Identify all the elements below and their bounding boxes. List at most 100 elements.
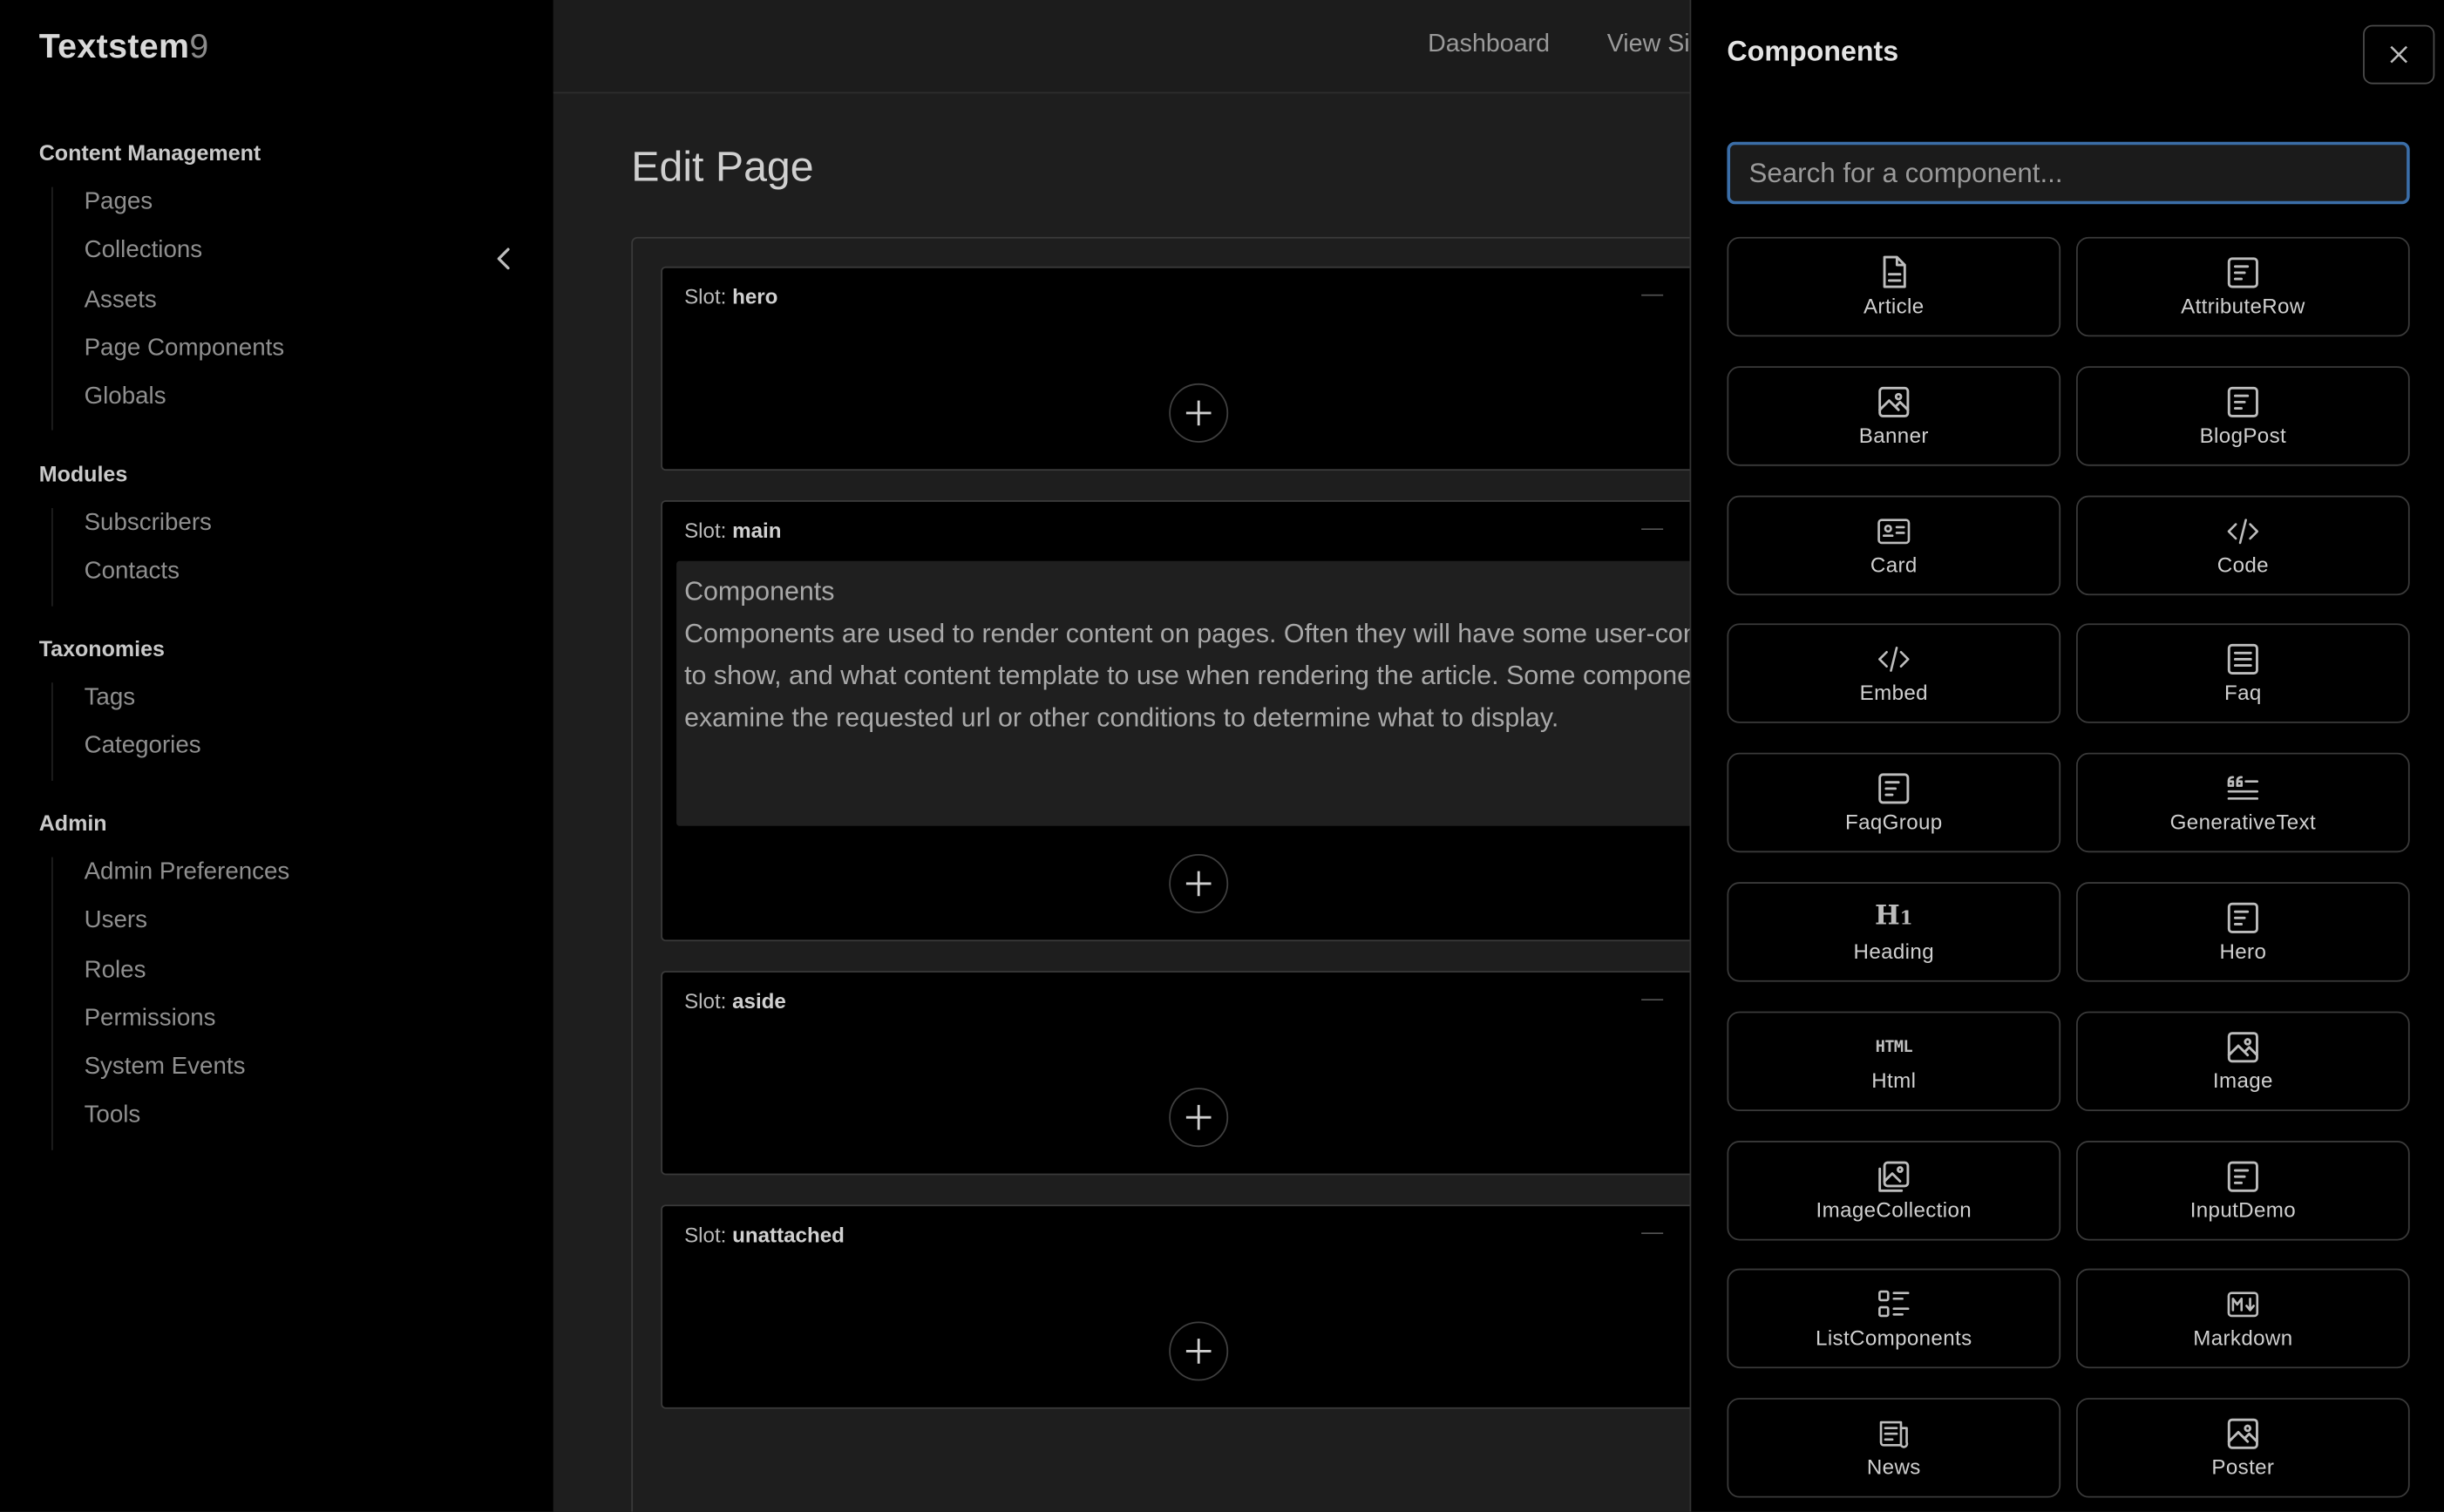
- sidebar-item-categories[interactable]: Categories: [85, 731, 201, 780]
- sidebar-item-globals[interactable]: Globals: [85, 382, 285, 431]
- nav-group-taxonomies: Taxonomies Tags Categories: [39, 636, 201, 781]
- brand-logo[interactable]: Textstem9: [39, 26, 209, 66]
- id-card-icon: [1877, 513, 1911, 547]
- component-tile-label: Markdown: [2193, 1326, 2293, 1351]
- component-tile-generative-text[interactable]: GenerativeText: [2076, 753, 2410, 853]
- component-tile-label: Html: [1871, 1068, 1917, 1093]
- topnav-dashboard-link[interactable]: Dashboard: [1428, 31, 1550, 59]
- sidebar-item-assets[interactable]: Assets: [85, 285, 285, 334]
- component-tile-label: Image: [2212, 1068, 2273, 1093]
- nav-group-title: Taxonomies: [38, 635, 165, 661]
- slot-label: Slot: aside: [684, 990, 786, 1014]
- nav-list: Admin Preferences Users Roles Permission…: [51, 857, 290, 1150]
- slot-prefix: Slot:: [684, 1223, 727, 1247]
- component-tile-attribute-row[interactable]: AttributeRow: [2076, 236, 2410, 337]
- add-component-button[interactable]: [1169, 1321, 1229, 1381]
- component-tile-article[interactable]: Article: [1727, 236, 2061, 337]
- add-component-button[interactable]: [1169, 1088, 1229, 1148]
- slot-prefix: Slot:: [684, 285, 727, 309]
- component-tile-label: Code: [2217, 553, 2269, 576]
- slot-prefix: Slot:: [684, 519, 727, 543]
- sidebar-item-contacts[interactable]: Contacts: [85, 557, 212, 606]
- component-tile-label: GenerativeText: [2169, 810, 2317, 835]
- code-icon: [2226, 513, 2260, 547]
- slot-collapse-icon[interactable]: —: [1641, 514, 1663, 539]
- component-tile-faq-group[interactable]: FaqGroup: [1727, 753, 2061, 853]
- component-tile-label: ImageCollection: [1816, 1197, 1972, 1222]
- markdown-icon: [2226, 1288, 2260, 1322]
- component-tile-label: Heading: [1853, 939, 1935, 964]
- drawer-title: Components: [1727, 36, 1899, 67]
- component-tile-embed[interactable]: Embed: [1727, 624, 2061, 724]
- component-tile-list-components[interactable]: ListComponents: [1727, 1269, 2061, 1369]
- nav-list: Tags Categories: [51, 682, 201, 781]
- component-tile-image-collection[interactable]: ImageCollection: [1727, 1140, 2061, 1240]
- component-grid: Article AttributeRow Banner BlogPost Card Cod…: [1727, 236, 2410, 1498]
- component-tile-news[interactable]: News: [1727, 1398, 2061, 1498]
- component-tile-input-demo[interactable]: InputDemo: [2076, 1140, 2410, 1240]
- quote-icon: [2226, 772, 2260, 806]
- component-tile-poster[interactable]: Poster: [2076, 1398, 2410, 1498]
- component-tile-hero[interactable]: Hero: [2076, 882, 2410, 982]
- slot-label: Slot: unattached: [684, 1224, 845, 1247]
- plus-icon: [1185, 1104, 1212, 1130]
- component-tile-image[interactable]: Image: [2076, 1011, 2410, 1111]
- image-icon: [1877, 384, 1911, 418]
- add-component-button[interactable]: [1169, 853, 1229, 913]
- component-tile-banner[interactable]: Banner: [1727, 365, 2061, 466]
- collapse-sidebar-button[interactable]: [486, 241, 520, 275]
- text-block-icon: [2226, 1159, 2260, 1193]
- component-tile-label: News: [1866, 1455, 1921, 1480]
- slot-collapse-icon[interactable]: —: [1641, 281, 1663, 306]
- component-tile-blog-post[interactable]: BlogPost: [2076, 365, 2410, 466]
- component-tile-faq[interactable]: Faq: [2076, 624, 2410, 724]
- component-search-input[interactable]: [1727, 141, 2410, 205]
- component-tile-heading[interactable]: H1 Heading: [1727, 882, 2061, 982]
- component-tile-label: Banner: [1858, 424, 1929, 447]
- add-component-button[interactable]: [1169, 383, 1229, 443]
- topnav-view-site-link[interactable]: View Si: [1607, 31, 1690, 59]
- close-drawer-button[interactable]: [2363, 24, 2435, 85]
- component-tile-label: Poster: [2211, 1455, 2275, 1480]
- sidebar: Textstem9 Content Management Pages Colle…: [0, 0, 553, 1512]
- nav-group-modules: Modules Subscribers Contacts: [39, 461, 212, 606]
- component-tile-label: FaqGroup: [1844, 810, 1943, 835]
- nav-group-title: Content Management: [38, 139, 261, 166]
- slot-label: Slot: main: [684, 519, 781, 543]
- news-icon: [1877, 1417, 1911, 1451]
- sidebar-item-permissions[interactable]: Permissions: [85, 1003, 290, 1052]
- slot-prefix: Slot:: [684, 989, 727, 1014]
- sidebar-item-roles[interactable]: Roles: [85, 955, 290, 1004]
- components-drawer: Components Article AttributeRow Banner Blog…: [1689, 0, 2444, 1512]
- component-tile-label: Card: [1870, 553, 1918, 576]
- component-tile-code[interactable]: Code: [2076, 494, 2410, 595]
- slot-collapse-icon[interactable]: —: [1641, 985, 1663, 1010]
- sidebar-item-page-components[interactable]: Page Components: [85, 334, 285, 383]
- text-block-icon: [1877, 772, 1911, 806]
- text-block-icon: [2226, 255, 2260, 289]
- component-tile-card[interactable]: Card: [1727, 494, 2061, 595]
- sidebar-item-admin-preferences[interactable]: Admin Preferences: [85, 858, 290, 906]
- code-icon: [1877, 642, 1911, 676]
- sidebar-item-pages[interactable]: Pages: [85, 187, 285, 236]
- slot-name: aside: [732, 989, 786, 1014]
- slot-collapse-icon[interactable]: —: [1641, 1218, 1663, 1244]
- sidebar-item-collections[interactable]: Collections: [85, 236, 285, 285]
- sidebar-item-tools[interactable]: Tools: [85, 1101, 290, 1149]
- sidebar-item-users[interactable]: Users: [85, 906, 290, 955]
- sidebar-item-subscribers[interactable]: Subscribers: [85, 508, 212, 557]
- plus-icon: [1185, 1339, 1212, 1364]
- list-details-icon: [1877, 1288, 1911, 1322]
- sidebar-item-system-events[interactable]: System Events: [85, 1052, 290, 1101]
- plus-icon: [1185, 400, 1212, 426]
- slot-label: Slot: hero: [684, 285, 777, 309]
- component-tile-markdown[interactable]: Markdown: [2076, 1269, 2410, 1369]
- sidebar-item-tags[interactable]: Tags: [85, 682, 201, 731]
- component-tile-label: Faq: [2224, 681, 2262, 706]
- text-block-icon: [2226, 384, 2260, 418]
- page-title: Edit Page: [631, 143, 814, 191]
- component-tile-html[interactable]: HTML Html: [1727, 1011, 2061, 1111]
- component-tile-label: InputDemo: [2189, 1197, 2297, 1222]
- images-icon: [1877, 1159, 1911, 1193]
- nav-group-content-management: Content Management Pages Collections Ass…: [39, 140, 284, 431]
